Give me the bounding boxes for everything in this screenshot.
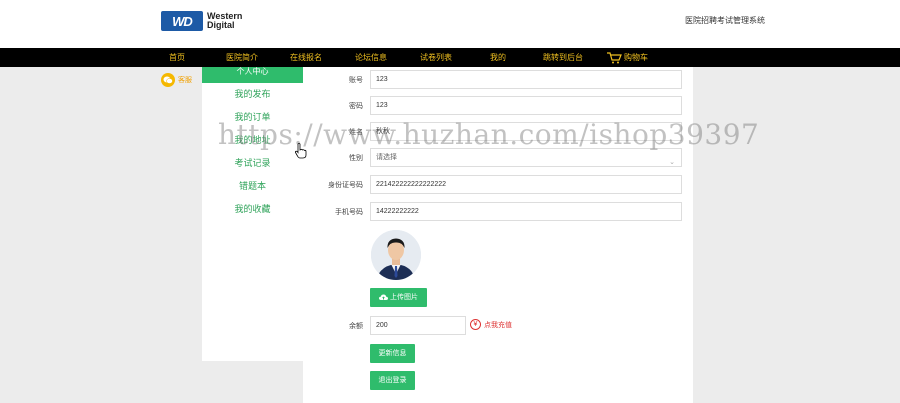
gender-label: 性别 (349, 155, 363, 162)
nav-item-forum[interactable]: 论坛信息 (355, 48, 387, 67)
sidebar-item-favorites[interactable]: 我的收藏 (202, 202, 303, 215)
account-input[interactable]: 123 (370, 70, 682, 89)
recharge-label: 点我充值 (484, 321, 512, 329)
upload-image-button[interactable]: 上传图片 (370, 288, 427, 307)
header: WD Western Digital 医院招聘考试管理系统 (0, 0, 900, 48)
sidebar-item-my-orders[interactable]: 我的订单 (202, 110, 303, 123)
phone-row: 手机号码 14222222222 (303, 202, 693, 222)
name-input[interactable]: 秋秋 (370, 122, 682, 141)
cart-label: 购物车 (624, 53, 648, 62)
idcard-row: 身份证号码 221422222222222222 (303, 175, 693, 195)
idcard-input[interactable]: 221422222222222222 (370, 175, 682, 194)
sidebar-item-my-address[interactable]: 我的地址 (202, 133, 303, 146)
site-title: 医院招聘考试管理系统 (685, 16, 765, 25)
balance-label: 余额 (349, 323, 363, 330)
idcard-label: 身份证号码 (328, 182, 363, 189)
account-label: 账号 (349, 77, 363, 84)
logo-badge: WD (161, 11, 203, 31)
nav-item-admin[interactable]: 跳转到后台 (543, 48, 583, 67)
avatar (371, 230, 421, 280)
customer-service[interactable]: 客服 (161, 73, 192, 87)
gender-select-value: 请选择 (376, 154, 397, 161)
name-row: 姓名 秋秋 (303, 122, 693, 142)
cloud-upload-icon (379, 294, 388, 300)
hand-cursor-icon (294, 143, 307, 161)
name-label: 姓名 (349, 129, 363, 136)
customer-service-label: 客服 (178, 77, 192, 84)
nav-item-cart[interactable]: 购物车 (607, 48, 648, 67)
password-input[interactable]: 123 (370, 96, 682, 115)
nav-item-mine[interactable]: 我的 (490, 48, 506, 67)
sidebar-title: 个人中心 (202, 67, 303, 83)
upload-image-label: 上传图片 (390, 294, 418, 301)
balance-input: 200 (370, 316, 466, 335)
password-label: 密码 (349, 103, 363, 110)
logo-line2: Digital (207, 20, 235, 30)
nav-item-hospital-intro[interactable]: 医院简介 (226, 48, 258, 67)
gender-select[interactable]: 请选择 ⌄ (370, 148, 682, 167)
account-row: 账号 123 (303, 70, 693, 90)
wechat-icon (161, 73, 175, 87)
chevron-down-icon: ⌄ (669, 159, 675, 166)
profile-form: 账号 123 密码 123 姓名 秋秋 性别 请选择 ⌄ 身份证号码 22142… (303, 67, 693, 403)
sidebar: 个人中心 我的发布 我的订单 我的地址 考试记录 错题本 我的收藏 (202, 67, 303, 361)
phone-label: 手机号码 (335, 209, 363, 216)
phone-input[interactable]: 14222222222 (370, 202, 682, 221)
recharge-link[interactable]: ¥ 点我充值 (470, 319, 512, 330)
logout-button[interactable]: 退出登录 (370, 371, 415, 390)
gender-row: 性别 请选择 ⌄ (303, 148, 693, 168)
logo[interactable]: WD Western Digital (161, 10, 261, 32)
nav-bar: 首页 医院简介 在线报名 论坛信息 试卷列表 我的 跳转到后台 购物车 (0, 48, 900, 67)
sidebar-item-wrong-questions[interactable]: 错题本 (202, 179, 303, 192)
cart-icon (607, 51, 622, 63)
password-row: 密码 123 (303, 96, 693, 116)
nav-item-exam-list[interactable]: 试卷列表 (420, 48, 452, 67)
sidebar-item-my-posts[interactable]: 我的发布 (202, 87, 303, 100)
nav-item-home[interactable]: 首页 (169, 48, 185, 67)
logo-text: Western Digital (207, 12, 242, 30)
update-info-button[interactable]: 更新信息 (370, 344, 415, 363)
yen-icon: ¥ (470, 319, 481, 330)
nav-item-online-signup[interactable]: 在线报名 (290, 48, 322, 67)
sidebar-item-exam-records[interactable]: 考试记录 (202, 156, 303, 169)
